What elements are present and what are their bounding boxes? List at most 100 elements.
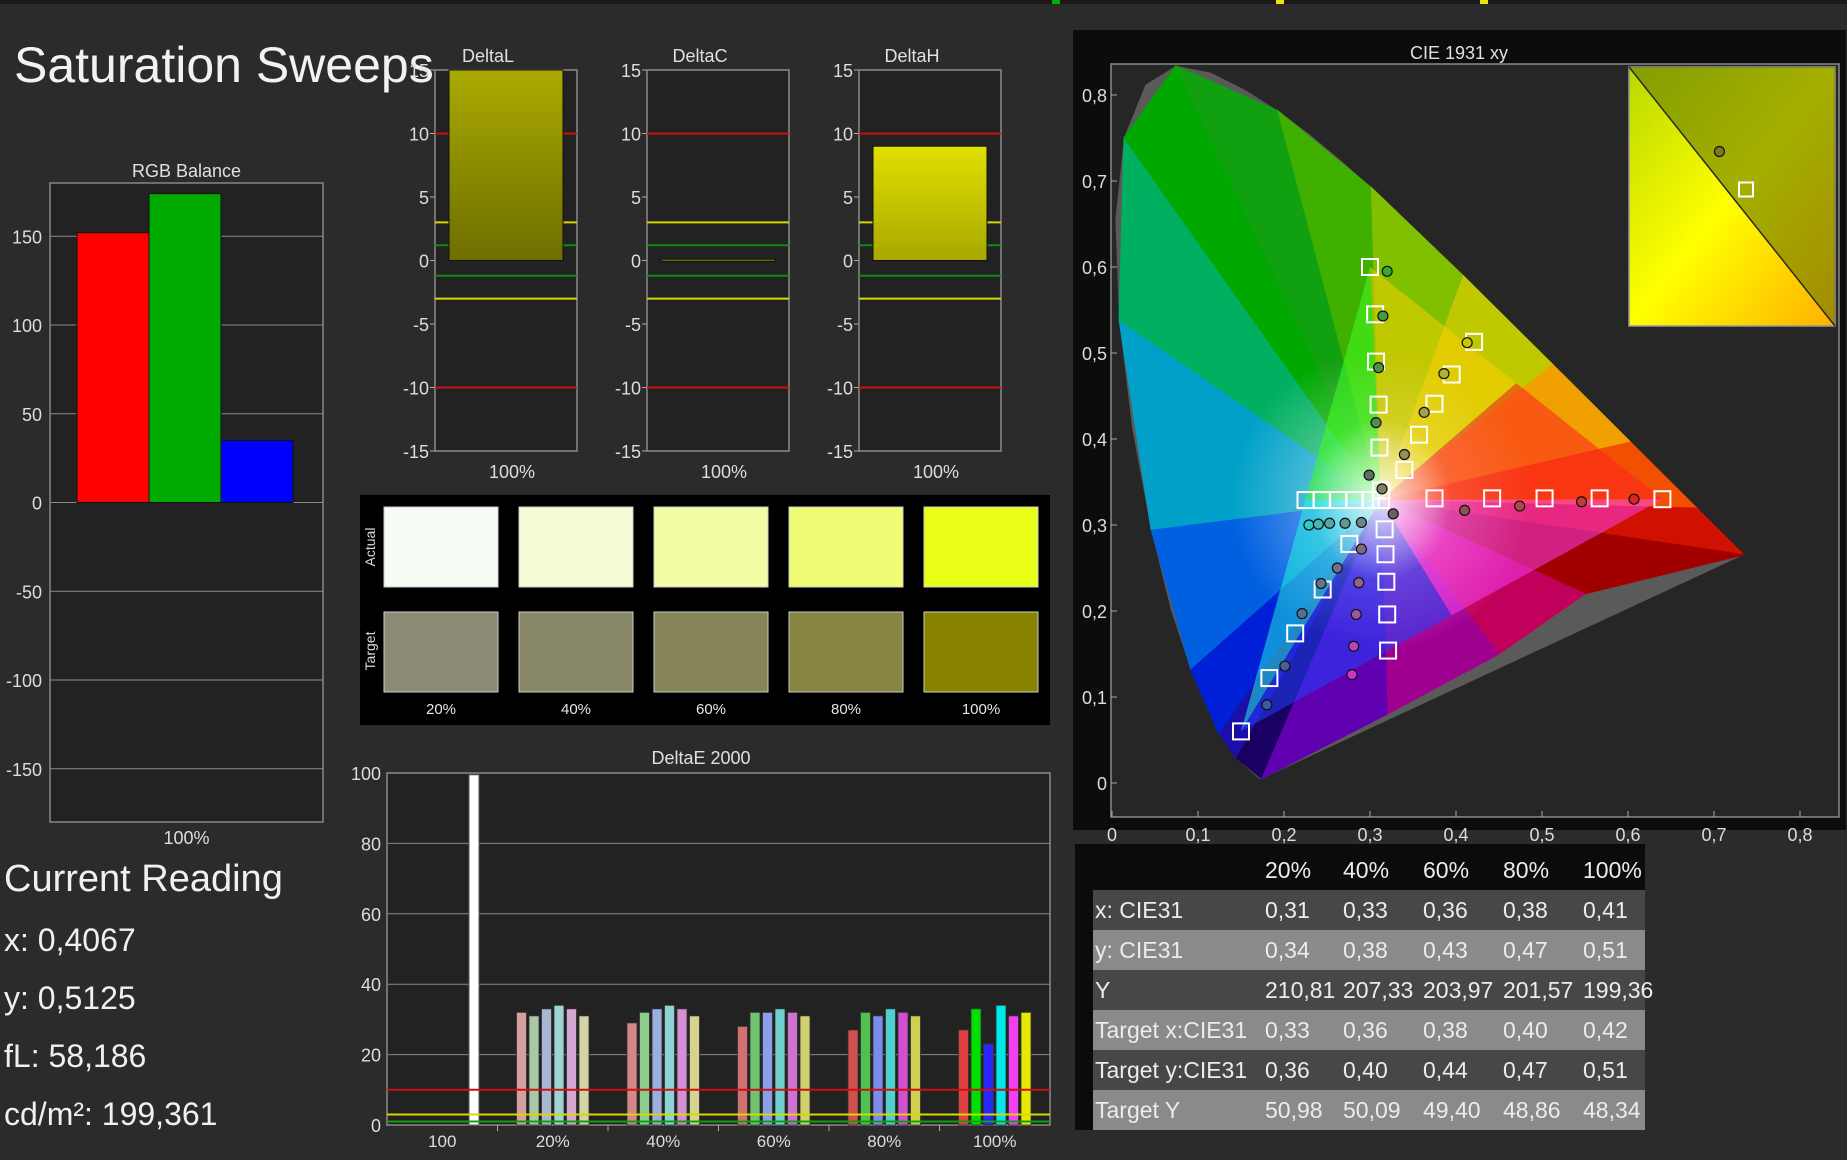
cie-title: CIE 1931 xy — [1410, 43, 1508, 63]
deltah-ytick-label: -15 — [827, 442, 853, 462]
deltae-bar — [468, 774, 480, 1126]
cie-xtick-label: 0,4 — [1443, 825, 1468, 845]
table-row-label: x: CIE31 — [1095, 897, 1184, 923]
cie-measured-point — [1312, 518, 1325, 530]
rgb-balance-chart: RGB Balance 150 100 50 0 -50 -100 -150 100% — [6, 161, 324, 848]
cie-measured-point — [1355, 543, 1368, 555]
target-swatch — [653, 611, 769, 693]
cie-measured-point — [1387, 508, 1399, 520]
table-row-label: y: CIE31 — [1095, 937, 1184, 963]
table-cell: 0,47 — [1503, 1057, 1548, 1083]
deltal-ytick-label: 0 — [419, 252, 429, 272]
table-cell: 0,36 — [1423, 897, 1468, 923]
deltal-ytick-label: -15 — [403, 442, 429, 462]
cie-xtick-label: 0,3 — [1357, 825, 1382, 845]
cie-ytick-label: 0,7 — [1082, 172, 1107, 192]
deltah-bar — [872, 145, 988, 261]
deltae-bar — [872, 1015, 884, 1126]
deltae-bar — [847, 1029, 859, 1126]
cie-ytick-label: 0 — [1097, 774, 1107, 794]
table-cell: 0,43 — [1423, 937, 1468, 963]
deltae-title: DeltaE 2000 — [651, 748, 750, 768]
table-header-cell: 80% — [1503, 857, 1550, 883]
deltae-bar — [676, 1008, 688, 1126]
cie-xtick-label: 0 — [1107, 825, 1117, 845]
cie-measured-point — [1514, 500, 1526, 512]
deltal-ytick-label: -10 — [403, 379, 429, 399]
cie-xtick-label: 0,5 — [1529, 825, 1554, 845]
cie-measured-point — [1353, 577, 1365, 589]
table-cell: 0,38 — [1343, 937, 1388, 963]
cie-measured-point — [1438, 368, 1450, 380]
color-swatch-panel: Actual Target 20% 40% 60% 80% 100% — [360, 495, 1050, 725]
rgb-ytick-label: 150 — [12, 227, 42, 247]
cie-measured-point — [1350, 608, 1362, 621]
rgb-ytick-label: -150 — [6, 760, 42, 780]
deltae-bar — [639, 1011, 650, 1126]
rgb-chart-title: RGB Balance — [132, 161, 241, 181]
cie-zoom-measured-point — [1713, 145, 1726, 158]
deltae-xtick-label: 40% — [646, 1132, 680, 1151]
deltae-ytick-label: 60 — [361, 905, 381, 925]
table-cell: 0,38 — [1503, 897, 1548, 923]
cie-measured-point — [1339, 517, 1351, 529]
rgb-ytick-label: 50 — [22, 405, 42, 425]
deltah-ytick-label: 10 — [833, 125, 853, 145]
swatch-label: 60% — [696, 701, 726, 718]
deltal-title: DeltaL — [462, 46, 514, 66]
table-cell: 201,57 — [1503, 977, 1574, 1003]
rgb-bar-green — [148, 193, 222, 503]
deltae-xtick-label: 60% — [757, 1132, 791, 1151]
actual-swatch — [518, 506, 634, 588]
table-cell: 48,34 — [1583, 1097, 1641, 1123]
deltac-ytick-label: -15 — [615, 442, 641, 462]
reading-cdm2: cd/m²: 199,361 — [4, 1096, 218, 1132]
deltae-ytick-label: 40 — [361, 975, 381, 995]
deltac-bar — [660, 258, 776, 262]
cie-measured-point — [1370, 417, 1382, 429]
deltae-bar — [516, 1011, 527, 1126]
deltae-xtick-label: 100 — [428, 1132, 456, 1151]
table-row: y: CIE31 0,34 0,38 0,43 0,47 0,51 — [1093, 930, 1645, 970]
table-cell: 0,36 — [1265, 1057, 1310, 1083]
cie-ytick-label: 0,6 — [1082, 258, 1107, 278]
table-row: Y 210,81 207,33 203,97 201,57 199,36 — [1093, 970, 1653, 1010]
table-row: Target x:CIE31 0,33 0,36 0,38 0,40 0,42 — [1093, 1010, 1645, 1050]
deltal-bar — [448, 69, 564, 261]
rgb-ytick-label: 100 — [12, 316, 42, 336]
cie-measured-point — [1323, 517, 1336, 529]
actual-swatch — [788, 506, 904, 588]
deltae-bar — [958, 1029, 969, 1126]
deltac-ytick-label: -10 — [615, 379, 641, 399]
deltae-bar — [689, 1015, 700, 1126]
table-cell: 0,42 — [1583, 1017, 1628, 1043]
cie-measured-point — [1628, 493, 1640, 505]
deltac-ytick-label: -5 — [625, 315, 641, 335]
target-swatch — [383, 611, 499, 693]
cie-measured-point — [1458, 504, 1471, 516]
deltae-plot-area — [386, 772, 1051, 1126]
table-cell: 210,81 — [1265, 977, 1336, 1003]
cie-measured-point — [1377, 310, 1389, 322]
cie-measured-point — [1376, 483, 1388, 495]
cie-xtick-label: 0,2 — [1271, 825, 1296, 845]
deltal-ytick-label: 5 — [419, 188, 429, 208]
deltae-xtick-label: 20% — [536, 1132, 570, 1151]
cie-ytick-label: 0,4 — [1082, 430, 1107, 450]
cie-1931-chart: CIE 1931 xy 0 0,1 0,2 0,3 0,4 0,5 0,6 0,7 0,8 0 0,1… — [1073, 30, 1846, 845]
rgb-bar-red — [76, 232, 150, 503]
deltah-ytick-label: -10 — [827, 379, 853, 399]
table-cell: 0,47 — [1503, 937, 1548, 963]
table-cell: 0,33 — [1265, 1017, 1310, 1043]
deltae-bar — [1020, 1011, 1032, 1126]
table-row-label: Target y:CIE31 — [1095, 1057, 1248, 1083]
table-cell: 49,40 — [1423, 1097, 1481, 1123]
cie-measured-point — [1331, 562, 1343, 574]
cie-gamut-glow — [1310, 420, 1451, 581]
table-row-label: Target x:CIE31 — [1095, 1017, 1248, 1043]
deltae-bar — [626, 1022, 638, 1126]
table-cell: 0,31 — [1265, 897, 1310, 923]
deltac-xtick-label: 100% — [701, 462, 747, 482]
cie-xtick-label: 0,7 — [1701, 825, 1726, 845]
table-cell: 50,98 — [1265, 1097, 1323, 1123]
